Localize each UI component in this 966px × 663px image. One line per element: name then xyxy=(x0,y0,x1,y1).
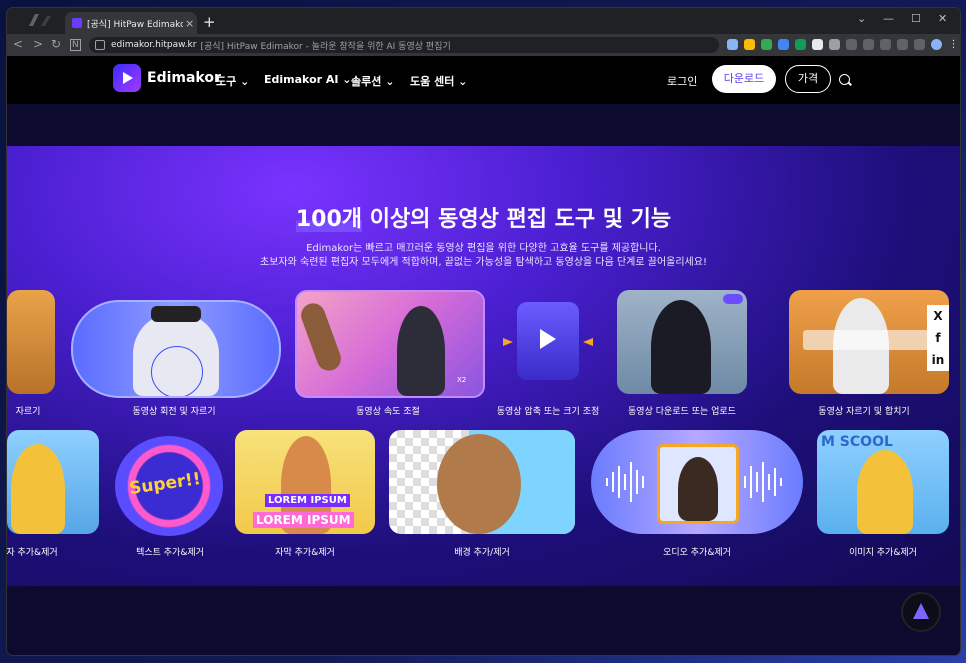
section-subtitle-2: 초보자와 숙련된 편집자 모두에게 적합하며, 끝없는 가능성을 탐색하고 동영… xyxy=(260,257,707,268)
upload-download-badge-icon xyxy=(723,294,743,304)
cast-icon[interactable] xyxy=(863,39,874,50)
address-bar[interactable]: edimakor.hitpaw.kr [공식] HitPaw Edimakor … xyxy=(89,37,719,53)
edimakor-favicon-icon xyxy=(72,18,82,28)
linkedin-share-icon[interactable]: in xyxy=(927,349,949,371)
extension-1-icon[interactable] xyxy=(744,39,755,50)
download-icon[interactable] xyxy=(846,39,857,50)
feature-card-audio[interactable] xyxy=(591,430,803,534)
extension-2-icon[interactable] xyxy=(761,39,772,50)
tab-title: [공식] HitPaw Edimakor - 놀 xyxy=(87,19,183,30)
profile-icon[interactable] xyxy=(21,12,59,28)
edimakor-logo-icon[interactable] xyxy=(113,64,141,92)
extension-6-icon[interactable] xyxy=(829,39,840,50)
web-page: Edimakor 도구 ⌄ Edimakor AI ⌄ 솔루션 ⌄ 도움 센터 … xyxy=(7,56,960,655)
maximize-button[interactable]: ☐ xyxy=(911,12,921,25)
extension-3-icon[interactable] xyxy=(778,39,789,50)
download-button[interactable]: 다운로드 xyxy=(712,65,776,93)
screenshot-icon[interactable] xyxy=(880,39,891,50)
close-button[interactable]: ✕ xyxy=(938,12,947,25)
super-sticker: Super!! xyxy=(127,469,202,499)
reload-icon[interactable]: ↻ xyxy=(51,37,61,51)
rotate-circle-icon xyxy=(151,346,203,396)
browser-window: [공식] HitPaw Edimakor - 놀 × + ⌄ — ☐ ✕ < >… xyxy=(7,8,960,655)
feature-card-text-partial[interactable] xyxy=(7,430,99,534)
feature-label[interactable]: 이미지 추가&제거 xyxy=(798,545,960,558)
tab-strip: [공식] HitPaw Edimakor - 놀 × + ⌄ — ☐ ✕ xyxy=(7,8,960,34)
subtitle-sample-1: LOREM IPSUM xyxy=(265,494,350,507)
sidebar-icon[interactable] xyxy=(914,39,925,50)
title-highlight: 100개 xyxy=(295,207,363,232)
edimakor-assistant-icon[interactable] xyxy=(901,592,941,632)
waveform-right-icon xyxy=(744,462,782,502)
minimize-button[interactable]: — xyxy=(883,12,894,25)
curly-hair-figure xyxy=(437,434,521,534)
audio-photo-frame xyxy=(657,444,739,524)
yellow-hoodie-figure xyxy=(11,444,65,534)
feature-card-speed[interactable]: X2 xyxy=(295,290,485,398)
feature-card-cut-merge[interactable] xyxy=(789,290,949,394)
feature-label[interactable]: 동영상 회전 및 자르기 xyxy=(89,404,259,417)
feature-label[interactable]: 동영상 다운로드 또는 업로드 xyxy=(597,404,767,417)
brand-name[interactable]: Edimakor xyxy=(147,70,221,86)
bookmark-star-icon[interactable] xyxy=(727,39,738,50)
menu-solutions[interactable]: 솔루션 ⌄ xyxy=(351,73,394,89)
feature-card-image[interactable]: M SCOOL xyxy=(817,430,949,534)
price-button[interactable]: 가격 xyxy=(785,65,831,93)
menu-edimakor-ai[interactable]: Edimakor AI ⌄ xyxy=(264,73,352,86)
title-rest: 이상의 동영상 편집 도구 및 기능 xyxy=(362,207,672,232)
facebook-share-icon[interactable]: f xyxy=(927,327,949,349)
vr-headset-icon xyxy=(151,306,201,322)
woman-figure xyxy=(651,300,711,394)
skater-figure xyxy=(397,306,445,396)
back-icon[interactable]: < xyxy=(13,37,23,51)
feature-label[interactable]: 배경 추가/제거 xyxy=(397,545,567,558)
feature-label[interactable]: 동영상 자르기 및 합치기 xyxy=(779,404,949,417)
site-info-icon[interactable] xyxy=(95,40,105,50)
skateboard-figure xyxy=(297,300,345,374)
feature-card-cut-partial[interactable] xyxy=(7,290,55,394)
puzzle-icon[interactable] xyxy=(897,39,908,50)
url-title: [공식] HitPaw Edimakor - 놀라운 창작을 위한 AI 동영상… xyxy=(200,41,451,52)
play-icon xyxy=(540,329,556,349)
extension-5-icon[interactable] xyxy=(812,39,823,50)
feature-label[interactable]: 오디오 추가&제거 xyxy=(612,545,782,558)
speed-badge: X2 xyxy=(457,376,467,384)
timeline-strip xyxy=(803,330,933,350)
site-header: Edimakor 도구 ⌄ Edimakor AI ⌄ 솔루션 ⌄ 도움 센터 … xyxy=(7,56,960,104)
arrow-left-icon xyxy=(583,338,593,346)
feature-card-background[interactable] xyxy=(389,430,575,534)
subtitle-sample-2: LOREM IPSUM xyxy=(253,512,354,528)
home-icon[interactable]: N xyxy=(70,39,81,51)
login-link[interactable]: 로그인 xyxy=(667,73,697,89)
section-title: 100개 이상의 동영상 편집 도구 및 기능 xyxy=(7,201,960,233)
x-share-icon[interactable]: X xyxy=(927,305,949,327)
url-domain: edimakor.hitpaw.kr xyxy=(111,40,197,50)
menu-help-center[interactable]: 도움 센터 ⌄ xyxy=(410,73,467,89)
feature-card-compress[interactable] xyxy=(503,296,593,388)
feature-label[interactable]: 자막 추가&제거 xyxy=(220,545,390,558)
extensions-bar: ⋮ xyxy=(727,39,959,50)
feature-card-rotate-crop[interactable] xyxy=(71,300,281,398)
headphone-man-figure xyxy=(678,457,718,521)
avatar[interactable] xyxy=(931,39,942,50)
section-subtitle-1: Edimakor는 빠르고 매끄러운 동영상 편집을 위한 다양한 고효율 도구… xyxy=(306,243,661,254)
feature-card-subtitle[interactable]: LOREM IPSUM LOREM IPSUM xyxy=(235,430,375,534)
tab-search-icon[interactable]: ⌄ xyxy=(857,12,866,25)
school-bg-text: M SCOOL xyxy=(821,434,893,450)
tab-close-icon[interactable]: × xyxy=(185,17,194,30)
tab-active[interactable]: [공식] HitPaw Edimakor - 놀 × xyxy=(65,12,197,34)
arrow-right-icon xyxy=(503,338,513,346)
toolbar: < > ↻ N edimakor.hitpaw.kr [공식] HitPaw E… xyxy=(7,34,960,56)
extension-4-icon[interactable] xyxy=(795,39,806,50)
feature-card-download-upload[interactable] xyxy=(617,290,747,394)
feature-card-text[interactable]: Super!! xyxy=(115,436,223,536)
menu-tools[interactable]: 도구 ⌄ xyxy=(216,73,249,89)
search-icon[interactable] xyxy=(839,74,850,85)
waveform-left-icon xyxy=(606,462,644,502)
feature-label[interactable]: 동영상 속도 조절 xyxy=(303,404,473,417)
sunglasses-woman-figure xyxy=(857,450,913,534)
forward-icon[interactable]: > xyxy=(33,37,43,51)
menu-icon[interactable]: ⋮ xyxy=(948,39,959,50)
new-tab-button[interactable]: + xyxy=(203,13,216,31)
